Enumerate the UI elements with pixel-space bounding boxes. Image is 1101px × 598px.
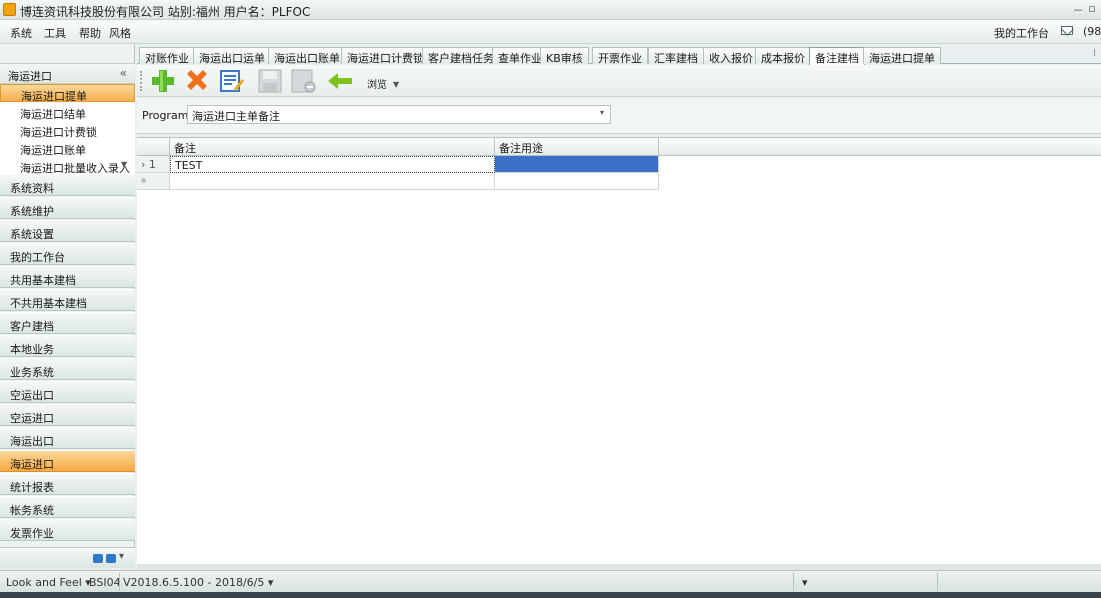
group-air-import[interactable]: 空运进口 bbox=[0, 404, 135, 426]
menu-tools[interactable]: 工具 bbox=[44, 25, 66, 41]
mail-count: (98) bbox=[1083, 25, 1101, 38]
toolbar-grip[interactable] bbox=[140, 71, 142, 91]
window-title: 博连资讯科技股份有限公司 站别:福州 用户名：PLFOC bbox=[20, 5, 311, 19]
tab-reconciliation[interactable]: 对账作业 bbox=[139, 47, 195, 65]
scroll-down-icon[interactable]: ▼ bbox=[121, 160, 127, 169]
program-label: Program bbox=[142, 109, 189, 122]
column-header-remark[interactable]: 备注 bbox=[170, 138, 495, 156]
group-shared-base[interactable]: 共用基本建档 bbox=[0, 266, 135, 288]
new-row-icon bbox=[141, 178, 146, 183]
maximize-button[interactable]: ▫ bbox=[1086, 2, 1098, 15]
sidebar-item-sea-import-fee-lock[interactable]: 海运进口计费锁 bbox=[0, 121, 135, 139]
tab-sea-export-waybill[interactable]: 海运出口运单 bbox=[193, 47, 271, 65]
new-row[interactable] bbox=[137, 173, 659, 190]
tab-exchange-rate[interactable]: 汇率建档 bbox=[648, 47, 704, 65]
new-cell-purpose[interactable] bbox=[495, 173, 659, 190]
group-local-business[interactable]: 本地业务 bbox=[0, 335, 135, 357]
status-extra-menu[interactable]: ▾ bbox=[802, 576, 808, 589]
chevron-down-icon[interactable]: ▾ bbox=[119, 551, 124, 562]
status-divider bbox=[937, 573, 938, 591]
grid-header: 备注 备注用途 bbox=[137, 138, 1101, 156]
chevron-down-icon[interactable]: ▾ bbox=[600, 108, 604, 117]
delete-icon[interactable] bbox=[183, 68, 211, 94]
sidebar-item-sea-import-bl[interactable]: 海运进口提单 bbox=[0, 84, 135, 102]
new-row-indicator bbox=[137, 173, 170, 190]
sidebar-item-sea-import-close[interactable]: 海运进口结单 bbox=[0, 103, 135, 121]
browse-button[interactable]: 浏览 bbox=[367, 76, 387, 91]
group-customer[interactable]: 客户建档 bbox=[0, 312, 135, 334]
tab-sea-import-bl[interactable]: 海运进口提单 bbox=[863, 47, 941, 65]
collapse-icon[interactable]: « bbox=[120, 66, 127, 80]
column-header-purpose[interactable]: 备注用途 bbox=[495, 138, 659, 156]
nav-header[interactable]: 海运进口 « bbox=[0, 63, 135, 84]
cell-purpose[interactable] bbox=[495, 156, 659, 173]
taskbar-strip bbox=[0, 592, 1101, 598]
nav-footer: ▾ bbox=[0, 547, 135, 568]
station-code: BSI04 bbox=[89, 576, 121, 589]
tab-cost-quote[interactable]: 成本报价 bbox=[755, 47, 811, 65]
minimize-button[interactable]: － bbox=[1072, 2, 1084, 18]
menu-system[interactable]: 系统 bbox=[10, 25, 32, 41]
sub-item-list: 海运进口提单 海运进口结单 海运进口计费锁 海运进口账单 海运进口批量收入录入 … bbox=[0, 84, 135, 175]
data-grid: 备注 备注用途 › 1 TEST bbox=[137, 137, 1101, 564]
left-nav-panel: 海运进口 « 海运进口提单 海运进口结单 海运进口计费锁 海运进口账单 海运进口… bbox=[0, 44, 135, 568]
group-my-workspace[interactable]: 我的工作台 bbox=[0, 243, 135, 265]
tab-income-quote[interactable]: 收入报价 bbox=[703, 47, 759, 65]
workspace-link[interactable]: 我的工作台 bbox=[994, 25, 1049, 41]
group-reports[interactable]: 统计报表 bbox=[0, 473, 135, 495]
status-divider bbox=[119, 573, 120, 591]
group-air-export[interactable]: 空运出口 bbox=[0, 381, 135, 403]
add-icon[interactable] bbox=[149, 68, 177, 94]
tab-remark-archive[interactable]: 备注建档 bbox=[809, 47, 865, 65]
group-invoice[interactable]: 发票作业 bbox=[0, 519, 135, 541]
row-number-text: 1 bbox=[148, 158, 156, 171]
tab-scroll-icon[interactable]: ⁝ bbox=[1093, 48, 1096, 59]
row-indicator-header bbox=[137, 138, 170, 156]
cell-remark[interactable]: TEST bbox=[170, 156, 495, 173]
save-icon[interactable] bbox=[256, 68, 284, 94]
program-select[interactable]: 海运进口主单备注 ▾ bbox=[187, 105, 611, 124]
tab-strip: 对账作业 海运出口运单 海运出口账单 海运进口计费锁 客户建档任务 查单作业 K… bbox=[137, 47, 1101, 65]
filter-row: Program 海运进口主单备注 ▾ bbox=[137, 98, 1101, 134]
nav-pane-icon-2[interactable] bbox=[106, 554, 116, 563]
edit-icon[interactable] bbox=[217, 68, 245, 94]
group-system-maintenance[interactable]: 系统维护 bbox=[0, 197, 135, 219]
new-cell-remark[interactable] bbox=[170, 173, 495, 190]
group-accounting[interactable]: 帐务系统 bbox=[0, 496, 135, 518]
back-arrow-icon[interactable] bbox=[326, 68, 354, 94]
group-business-system[interactable]: 业务系统 bbox=[0, 358, 135, 380]
sidebar-item-sea-import-bill[interactable]: 海运进口账单 bbox=[0, 139, 135, 157]
version-info[interactable]: V2018.6.5.100 - 2018/6/5 ▾ bbox=[123, 576, 273, 589]
tab-kb-audit[interactable]: KB审核 bbox=[540, 47, 589, 65]
tab-sea-export-bill[interactable]: 海运出口账单 bbox=[268, 47, 346, 65]
status-divider bbox=[793, 573, 794, 591]
app-icon bbox=[3, 3, 16, 16]
group-sea-import[interactable]: 海运进口 bbox=[0, 450, 135, 472]
tab-customer-task[interactable]: 客户建档任务 bbox=[422, 47, 500, 65]
tab-sea-import-fee-lock[interactable]: 海运进口计费锁 bbox=[341, 47, 430, 65]
title-bar: 博连资讯科技股份有限公司 站别:福州 用户名：PLFOC － ▫ bbox=[0, 0, 1101, 20]
look-and-feel-menu[interactable]: Look and Feel ▾ bbox=[6, 576, 91, 589]
row-pointer-icon: › bbox=[141, 158, 146, 171]
chevron-down-icon[interactable]: ▼ bbox=[393, 80, 399, 89]
group-nonshared-base[interactable]: 不共用基本建档 bbox=[0, 289, 135, 311]
menu-style[interactable]: 风格 bbox=[109, 25, 131, 41]
table-row[interactable]: › 1 TEST bbox=[137, 156, 659, 173]
menu-help[interactable]: 帮助 bbox=[79, 25, 101, 41]
group-sea-export[interactable]: 海运出口 bbox=[0, 427, 135, 449]
nav-pane-icon[interactable] bbox=[93, 554, 103, 563]
cancel-edit-icon[interactable] bbox=[289, 68, 317, 94]
program-select-value: 海运进口主单备注 bbox=[192, 110, 280, 123]
group-system-settings[interactable]: 系统设置 bbox=[0, 220, 135, 242]
toolbar: 浏览 ▼ bbox=[137, 65, 1101, 97]
group-system-data[interactable]: 系统资料 bbox=[0, 174, 135, 196]
status-bar: Look and Feel ▾ BSI04 V2018.6.5.100 - 20… bbox=[0, 570, 1101, 592]
nav-header-label: 海运进口 bbox=[8, 70, 52, 83]
menu-bar: 系统 工具 帮助 风格 我的工作台 (98) bbox=[0, 20, 1101, 44]
mail-icon[interactable] bbox=[1061, 26, 1073, 35]
tab-invoicing[interactable]: 开票作业 bbox=[592, 47, 648, 65]
sidebar-item-sea-import-batch-income[interactable]: 海运进口批量收入录入 bbox=[0, 157, 135, 175]
row-number: › 1 bbox=[137, 156, 170, 173]
